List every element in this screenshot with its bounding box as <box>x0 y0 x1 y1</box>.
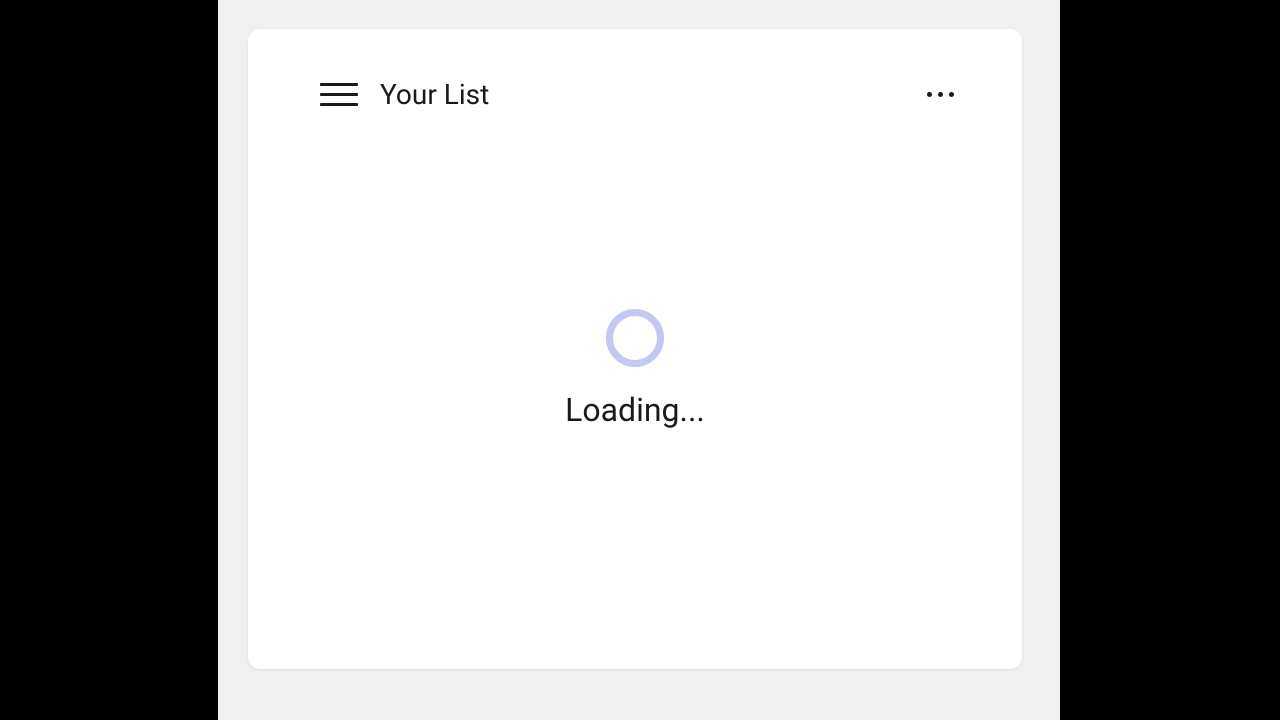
loading-text: Loading... <box>565 391 705 429</box>
card-content: Loading... <box>248 129 1022 669</box>
header-left: Your List <box>320 75 489 113</box>
loading-spinner-icon <box>606 309 664 367</box>
hamburger-menu-icon[interactable] <box>320 75 358 113</box>
dot <box>927 92 932 97</box>
hamburger-line <box>320 103 358 106</box>
more-options-icon[interactable] <box>919 84 962 105</box>
dot <box>949 92 954 97</box>
page-title: Your List <box>380 78 489 111</box>
list-card: Your List Loading... <box>248 29 1022 669</box>
hamburger-line <box>320 83 358 86</box>
hamburger-line <box>320 93 358 96</box>
card-header: Your List <box>248 29 1022 129</box>
dot <box>938 92 943 97</box>
